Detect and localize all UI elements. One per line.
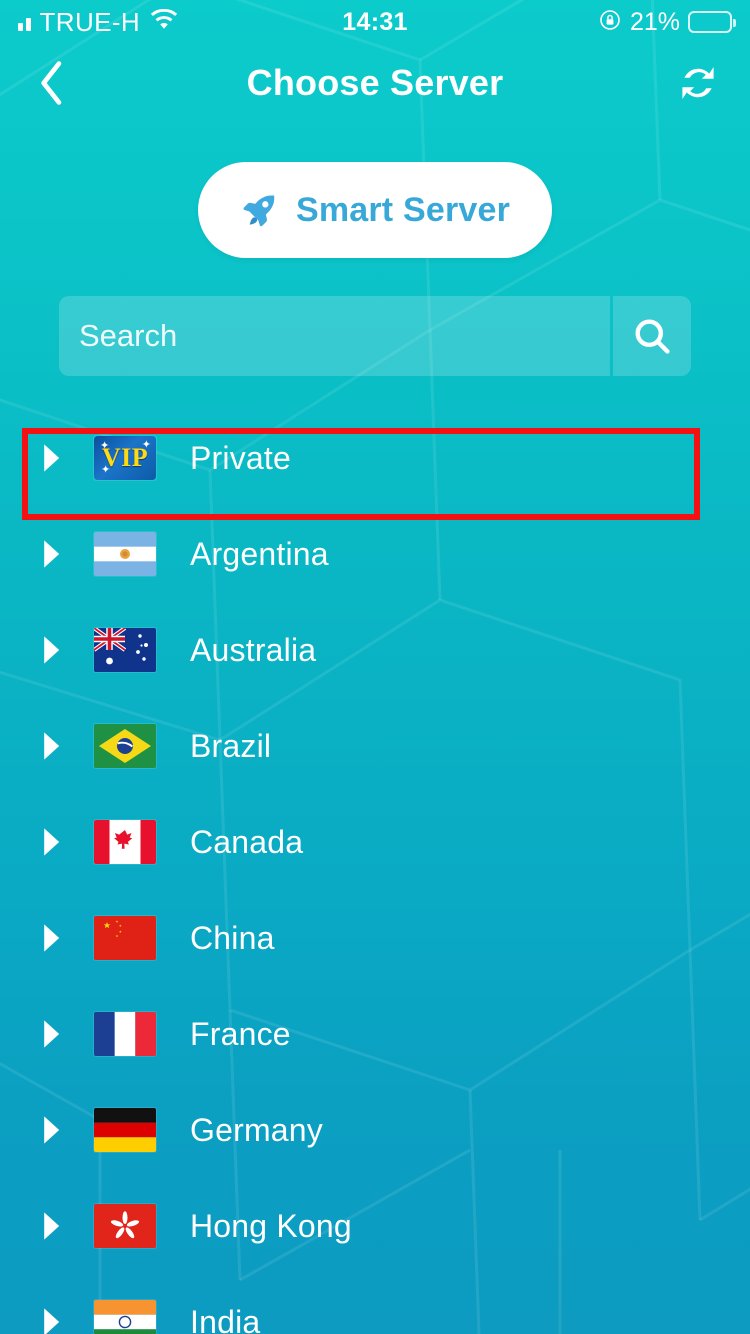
smart-server-label: Smart Server [295,190,511,229]
chevron-right-icon [40,923,74,953]
signal-bars-icon [18,14,31,31]
status-bar-clock: 14:31 [342,7,408,36]
rocket-icon [243,194,275,227]
chevron-right-icon [40,827,74,857]
server-row-hong-kong[interactable]: Hong Kong [0,1178,750,1274]
server-label: China [190,919,275,956]
flag-india-icon [94,1300,156,1334]
server-row-france[interactable]: France [0,986,750,1082]
server-label: Canada [190,823,304,860]
search-button[interactable] [613,296,691,376]
smart-server-button[interactable]: Smart Server [197,162,553,258]
chevron-right-icon [40,1115,74,1145]
server-label: Argentina [190,535,329,572]
flag-argentina-icon [94,532,156,576]
rotation-lock-icon [598,8,622,37]
server-list: ✦ ✦ ✦ VIP Private Argentina Australia Br… [0,410,750,1334]
chevron-right-icon [40,443,74,473]
battery-icon [688,11,737,33]
server-label: France [190,1015,291,1052]
search-bar [59,296,691,376]
server-label: Private [190,439,291,476]
flag-australia-icon [94,628,156,672]
chevron-right-icon [40,731,74,761]
back-button[interactable] [24,55,80,111]
server-label: Australia [190,631,317,668]
flag-germany-icon [94,1108,156,1152]
status-bar-left: TRUE-H [18,7,342,37]
status-bar-center: 14:31 [342,8,407,37]
server-label: Germany [190,1111,323,1148]
chevron-right-icon [40,1211,74,1241]
server-label: Hong Kong [190,1207,352,1244]
server-row-australia[interactable]: Australia [0,602,750,698]
refresh-button[interactable] [670,55,726,111]
search-field[interactable] [59,296,610,376]
server-row-canada[interactable]: Canada [0,794,750,890]
vip-badge-icon: ✦ ✦ ✦ VIP [94,436,156,480]
carrier-label: TRUE-H [39,7,141,37]
chevron-left-icon [41,61,62,105]
search-input[interactable] [79,318,590,354]
flag-brazil-icon [94,724,156,768]
chevron-right-icon [40,635,74,665]
flag-canada-icon [94,820,156,864]
server-row-brazil[interactable]: Brazil [0,698,750,794]
refresh-icon [682,67,714,99]
chevron-right-icon [40,1019,74,1049]
flag-france-icon [94,1012,156,1056]
server-label: Brazil [190,727,272,764]
wifi-icon [149,8,179,36]
smart-server-section: Smart Server [0,162,750,258]
chevron-right-icon [40,539,74,569]
status-bar: TRUE-H 14:31 21% [0,0,750,44]
status-bar-right: 21% [408,7,737,37]
server-label: India [190,1303,261,1334]
search-icon [635,319,670,354]
battery-percent-label: 21% [629,7,681,36]
flag-hong-kong-icon [94,1204,156,1248]
search-section [0,296,750,376]
server-row-india[interactable]: India [0,1274,750,1334]
vpn-choose-server-screen: TRUE-H 14:31 21% Choose Server Smart Ser… [0,0,750,1334]
nav-bar: Choose Server [0,44,750,122]
server-row-germany[interactable]: Germany [0,1082,750,1178]
flag-china-icon [94,916,156,960]
chevron-right-icon [40,1307,74,1334]
server-row-argentina[interactable]: Argentina [0,506,750,602]
page-title: Choose Server [246,62,504,103]
server-row-china[interactable]: China [0,890,750,986]
server-row-private[interactable]: ✦ ✦ ✦ VIP Private [0,410,750,506]
